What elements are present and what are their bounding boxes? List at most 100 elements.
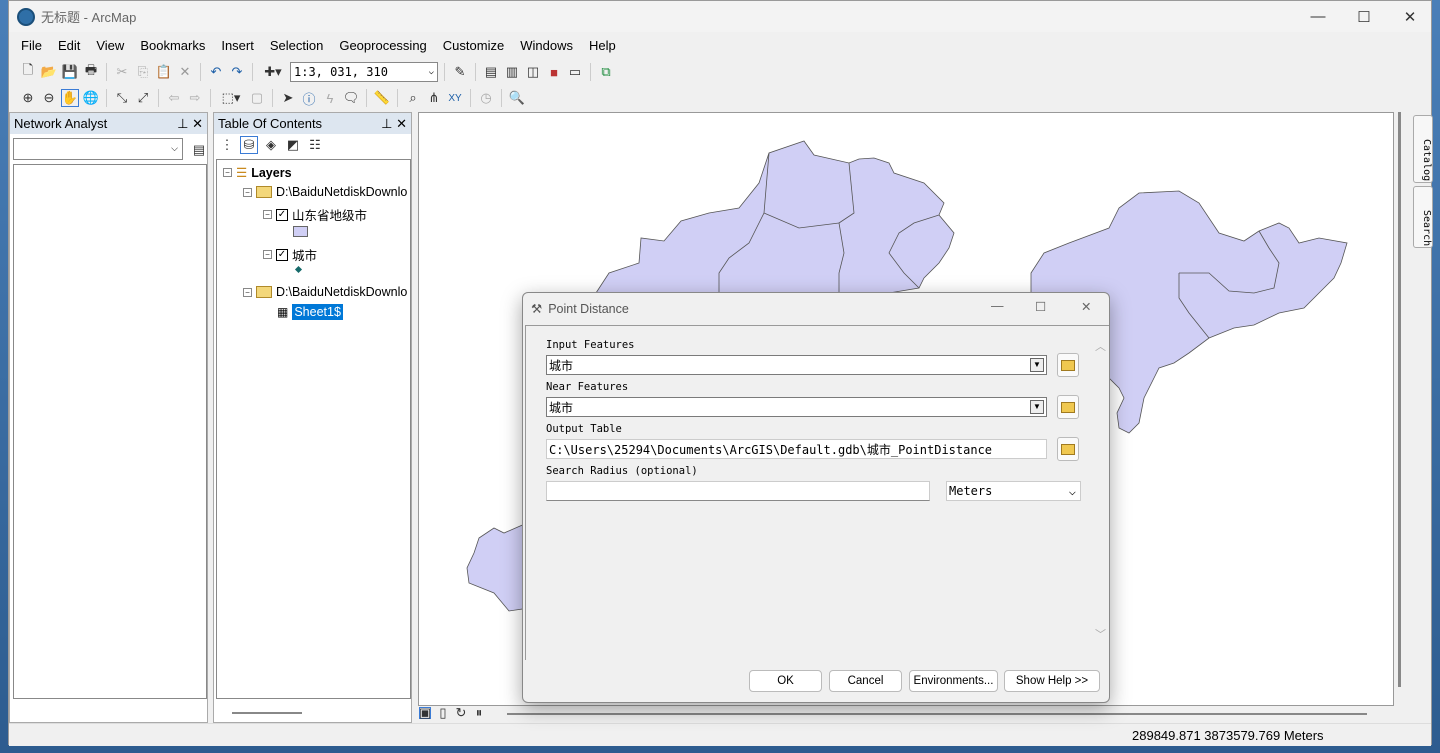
maximize-button[interactable]: ☐ [1341,1,1387,32]
data-view-icon[interactable]: ▣ [419,705,431,720]
list-by-drawing-order-icon[interactable]: ⋮ [218,136,236,154]
fixed-zoom-in-icon[interactable]: ⤡ [113,89,131,107]
layer-cities[interactable]: 城市 [292,245,317,264]
back-arrow-icon[interactable]: ⇦ [165,89,183,107]
horizontal-scrollbar[interactable] [232,712,302,714]
map-scale-combo[interactable]: 1:3, 031, 310 ⌵ [290,62,438,82]
html-popup-icon[interactable]: 🗨 [342,89,360,107]
ok-button[interactable]: OK [749,670,822,692]
cancel-button[interactable]: Cancel [829,670,902,692]
redo-icon[interactable]: ↷ [228,63,246,81]
dialog-vertical-scrollbar[interactable]: ︿ ﹀ [1092,326,1109,661]
editor-toolbar-icon[interactable]: ✎ [451,63,469,81]
python-window-icon[interactable]: ▭ [566,63,584,81]
collapse-toggle[interactable]: − [243,187,252,197]
copy-icon[interactable]: ⎘ [134,63,152,81]
fixed-zoom-out-icon[interactable]: ⤢ [134,89,152,107]
menu-view[interactable]: View [88,35,132,56]
map-horizontal-scrollbar[interactable] [507,713,1367,715]
menu-bookmarks[interactable]: Bookmarks [132,35,213,56]
network-analysis-layer-dropdown[interactable]: ⌵ [13,138,183,160]
polygon-symbol-icon[interactable] [293,226,308,237]
close-panel-icon[interactable]: ✕ [192,116,203,131]
zoom-out-icon[interactable]: ⊖ [40,89,58,107]
network-properties-icon[interactable]: ▤ [190,141,208,159]
menu-windows[interactable]: Windows [512,35,581,56]
dropdown-arrow-icon[interactable]: ▼ [1030,358,1044,372]
find-route-icon[interactable]: ⋔ [425,89,443,107]
input-features-combo[interactable]: 城市 ▼ [546,355,1047,375]
collapse-toggle[interactable]: − [263,250,272,259]
menu-file[interactable]: File [13,35,50,56]
search-radius-input[interactable] [546,481,930,501]
environments-button[interactable]: Environments... [909,670,998,692]
menu-help[interactable]: Help [581,35,624,56]
output-table-browse-button[interactable] [1057,437,1079,461]
dialog-minimize-button[interactable]: — [991,299,1004,313]
list-by-selection-icon[interactable]: ◩ [284,136,302,154]
menu-selection[interactable]: Selection [262,35,331,56]
close-panel-icon[interactable]: ✕ [396,116,407,131]
measure-icon[interactable]: 📏 [373,89,391,107]
collapse-toggle[interactable]: − [263,210,272,219]
search-side-tab[interactable]: Search [1413,186,1433,248]
minimize-button[interactable]: — [1295,1,1341,32]
refresh-icon[interactable]: ↻ [455,705,467,720]
layer-shandong-cities[interactable]: 山东省地级市 [292,205,367,224]
map-vertical-scrollbar[interactable] [1398,112,1401,687]
layers-label[interactable]: Layers [251,166,291,180]
select-elements-arrow-icon[interactable]: ➤ [279,89,297,107]
dropdown-arrow-icon[interactable]: ▼ [1030,400,1044,414]
dialog-close-button[interactable]: ✕ [1081,299,1091,314]
list-by-source-icon[interactable]: ⛁ [240,136,258,154]
delete-icon[interactable]: ✕ [176,63,194,81]
open-icon[interactable]: 📂 [40,63,58,81]
dialog-maximize-button[interactable]: ☐ [1035,299,1046,314]
collapse-toggle[interactable]: − [243,287,252,297]
arctoolbox-icon[interactable]: ■ [545,63,563,81]
layer-visibility-checkbox[interactable]: ✓ [276,248,288,261]
near-features-browse-button[interactable] [1057,395,1079,419]
undo-icon[interactable]: ↶ [207,63,225,81]
search-window-icon[interactable]: ◫ [524,63,542,81]
menu-geoprocessing[interactable]: Geoprocessing [331,35,434,56]
table-sheet1[interactable]: Sheet1$ [292,304,343,320]
forward-arrow-icon[interactable]: ⇨ [186,89,204,107]
new-document-icon[interactable]: 🗋 [19,62,37,81]
list-by-visibility-icon[interactable]: ◈ [262,136,280,154]
close-button[interactable]: ✕ [1387,1,1433,32]
add-data-icon[interactable]: ✚▾ [259,63,287,81]
save-icon[interactable]: 💾 [61,63,79,81]
clear-selection-icon[interactable]: ▢ [248,89,266,107]
table-window-icon[interactable]: ▤ [482,63,500,81]
select-features-icon[interactable]: ⬚▾ [217,89,245,107]
full-extent-globe-icon[interactable]: 🌐 [82,89,100,107]
hyperlink-icon[interactable]: ϟ [321,89,339,107]
options-icon[interactable]: ☷ [306,136,324,154]
show-help-button[interactable]: Show Help >> [1004,670,1100,692]
modelbuilder-icon[interactable]: ⧉ [597,63,615,81]
near-features-combo[interactable]: 城市 ▼ [546,397,1047,417]
catalog-window-icon[interactable]: ▥ [503,63,521,81]
time-slider-icon[interactable]: ◷ [477,89,495,107]
input-features-browse-button[interactable] [1057,353,1079,377]
source-folder-1[interactable]: D:\BaiduNetdiskDownlo [276,185,407,199]
cut-icon[interactable]: ✂ [113,63,131,81]
point-symbol-icon[interactable] [294,265,303,274]
paste-icon[interactable]: 📋 [155,63,173,81]
menu-customize[interactable]: Customize [435,35,512,56]
source-folder-2[interactable]: D:\BaiduNetdiskDownlo [276,285,407,299]
pause-drawing-icon[interactable]: ⏸ [473,705,485,720]
magnifier-window-icon[interactable]: 🔍 [508,89,526,107]
find-binoculars-icon[interactable]: ⌕ [404,89,422,107]
go-to-xy-icon[interactable]: XY [446,89,464,107]
menu-insert[interactable]: Insert [213,35,262,56]
pin-icon[interactable]: ⊥ [177,116,188,131]
pan-hand-icon[interactable]: ✋ [61,89,79,107]
scroll-up-icon[interactable]: ︿ [1092,338,1109,354]
network-analyst-tree[interactable] [13,164,207,699]
collapse-toggle[interactable]: − [223,168,232,177]
zoom-in-icon[interactable]: ⊕ [19,89,37,107]
menu-edit[interactable]: Edit [50,35,88,56]
scroll-down-icon[interactable]: ﹀ [1092,626,1109,642]
